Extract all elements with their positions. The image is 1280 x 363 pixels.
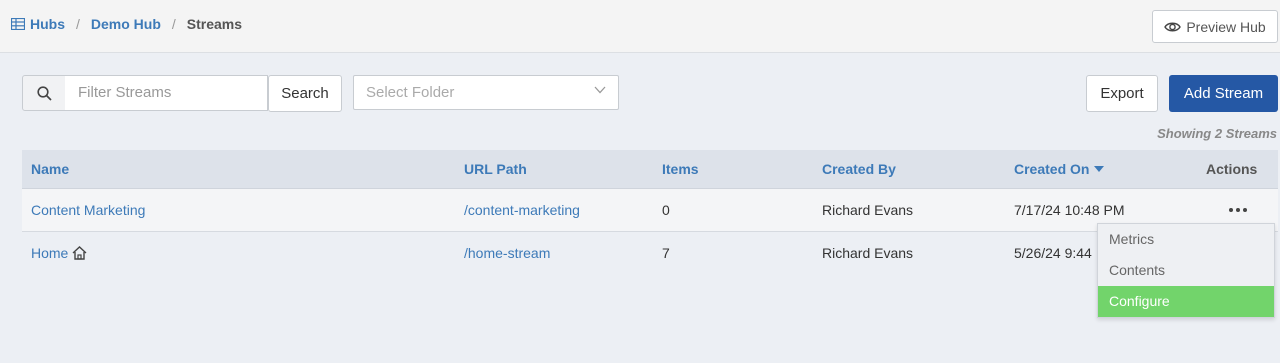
stream-url-link[interactable]: /home-stream [464, 245, 550, 261]
search-addon [22, 75, 66, 111]
stream-items-count: 7 [662, 245, 670, 261]
table-row: Content Marketing /content-marketing 0 R… [22, 189, 1278, 232]
showing-count: Showing 2 Streams [1157, 126, 1277, 141]
row-actions-menu: Metrics Contents Configure [1097, 223, 1275, 318]
ellipsis-icon-dot [1229, 208, 1233, 212]
ellipsis-icon-dot [1243, 208, 1247, 212]
preview-hub-label: Preview Hub [1186, 18, 1266, 35]
table-icon [11, 18, 25, 30]
column-header-items[interactable]: Items [662, 161, 699, 177]
breadcrumb-hubs[interactable]: Hubs [11, 16, 65, 32]
stream-name-link[interactable]: Home [31, 245, 87, 261]
preview-hub-button[interactable]: Preview Hub [1152, 10, 1278, 43]
home-icon [72, 246, 87, 260]
search-icon [36, 85, 52, 101]
table-row: Home /home-stream 7 Richard Evans 5/26/2… [22, 232, 1278, 275]
breadcrumb-separator: / [76, 16, 80, 32]
stream-created-by: Richard Evans [822, 245, 914, 261]
breadcrumb: Hubs / Demo Hub / Streams [11, 16, 242, 32]
menu-item-configure[interactable]: Configure [1098, 286, 1274, 317]
stream-name-label: Home [31, 245, 69, 261]
stream-items-count: 0 [662, 202, 670, 218]
row-actions-button[interactable] [1229, 205, 1247, 215]
menu-item-metrics[interactable]: Metrics [1098, 224, 1274, 255]
export-button[interactable]: Export [1086, 75, 1158, 112]
stream-created-by: Richard Evans [822, 202, 914, 218]
top-bar: Hubs / Demo Hub / Streams Preview Hub [0, 0, 1280, 53]
select-folder-placeholder: Select Folder [366, 84, 455, 101]
column-header-created-on[interactable]: Created On [1014, 161, 1105, 177]
sort-desc-icon [1094, 166, 1105, 172]
column-header-url-path[interactable]: URL Path [464, 161, 527, 177]
column-header-created-on-label: Created On [1014, 161, 1090, 177]
search-button[interactable]: Search [268, 75, 342, 112]
breadcrumb-separator: / [171, 16, 176, 32]
column-header-name[interactable]: Name [31, 161, 69, 177]
breadcrumb-demo-hub[interactable]: Demo Hub [91, 16, 161, 32]
table-header: Name URL Path Items Created By Created O… [22, 150, 1278, 189]
column-header-created-by[interactable]: Created By [822, 161, 896, 177]
stream-created-on: 5/26/24 9:44 [1014, 245, 1092, 261]
breadcrumb-hubs-label: Hubs [30, 16, 65, 32]
chevron-down-icon [594, 86, 606, 94]
stream-created-on: 7/17/24 10:48 PM [1014, 202, 1125, 218]
column-header-actions: Actions [1206, 161, 1258, 177]
breadcrumb-streams: Streams [186, 16, 243, 32]
eye-icon [1164, 22, 1182, 31]
menu-item-contents[interactable]: Contents [1098, 255, 1274, 286]
stream-url-link[interactable]: /content-marketing [464, 202, 580, 218]
ellipsis-icon-dot [1236, 208, 1240, 212]
filter-streams-input[interactable]: Filter Streams [65, 75, 268, 111]
stream-name-link[interactable]: Content Marketing [31, 202, 145, 218]
add-stream-button[interactable]: Add Stream [1169, 75, 1278, 112]
select-folder-dropdown[interactable]: Select Folder [353, 75, 619, 110]
